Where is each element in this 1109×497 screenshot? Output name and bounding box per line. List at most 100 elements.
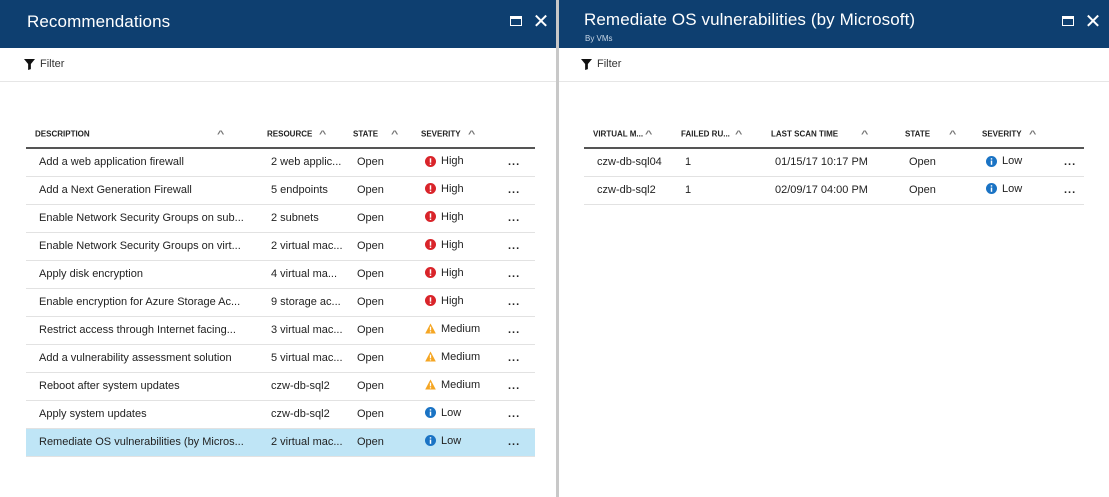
cell-description: Enable Network Security Groups on sub... (39, 212, 244, 224)
more-options-icon[interactable]: ... (495, 176, 535, 204)
column-header-resource[interactable]: RESOURCE ^ (258, 121, 344, 149)
filter-label: Filter (597, 58, 622, 70)
column-header-virtual-machine[interactable]: VIRTUAL M... ^ (584, 121, 672, 149)
more-options-icon[interactable]: ... (495, 400, 535, 428)
severity-badge: High (425, 211, 464, 223)
maximize-button[interactable] (1059, 12, 1077, 30)
table-row[interactable]: Apply disk encryption 4 virtual ma... Open… (26, 260, 535, 288)
cell-state: Open (357, 212, 384, 224)
cell-vm: czw-db-sql04 (597, 156, 662, 169)
cell-state: Open (357, 352, 384, 364)
cell-description: Remediate OS vulnerabilities (by Micros.… (39, 436, 244, 448)
sort-icon[interactable]: ^ (861, 129, 868, 139)
cell-failed-rules: 1 (685, 156, 692, 169)
cell-resource: czw-db-sql2 (271, 408, 330, 420)
column-header-state[interactable]: STATE ^ (896, 121, 973, 149)
table-row[interactable]: Enable encryption for Azure Storage Ac..… (26, 288, 535, 316)
cell-severity: Low (412, 400, 495, 428)
error-icon (425, 239, 436, 251)
cell-severity: Low (973, 148, 1051, 176)
recommendations-table: DESCRIPTION ^ RESOURCE ^ STATE ^ SEVERITY ^ … (26, 121, 535, 457)
table-row[interactable]: Add a Next Generation Firewall 5 endpoint… (26, 176, 535, 204)
column-header-description[interactable]: DESCRIPTION ^ (26, 121, 258, 149)
sort-icon[interactable]: ^ (217, 129, 224, 139)
severity-badge: High (425, 295, 464, 307)
table-row[interactable]: czw-db-sql04 1 01/15/17 10:17 PM Open Low... (584, 148, 1084, 176)
more-options-icon[interactable]: ... (1051, 148, 1084, 176)
cell-severity: High (412, 204, 495, 232)
table-row[interactable]: Remediate OS vulnerabilities (by Micros.… (26, 428, 535, 456)
more-options-icon[interactable]: ... (495, 232, 535, 260)
more-options-icon[interactable]: ... (1051, 176, 1084, 204)
toolbar: Filter (559, 48, 1109, 82)
cell-description: Add a web application firewall (39, 156, 184, 169)
cell-resource: 2 subnets (271, 212, 319, 224)
table-row[interactable]: Enable Network Security Groups on sub...… (26, 204, 535, 232)
more-options-icon[interactable]: ... (495, 148, 535, 176)
column-header-severity[interactable]: SEVERITY ^ (973, 121, 1051, 149)
cell-description: Enable Network Security Groups on virt..… (39, 240, 241, 252)
table-row[interactable]: Add a vulnerability assessment solution 5… (26, 344, 535, 372)
blade-title: Remediate OS vulnerabilities (by Microso… (584, 10, 916, 29)
cell-severity: Medium (412, 316, 495, 344)
table-header-row: DESCRIPTION ^ RESOURCE ^ STATE ^ SEVERITY ^ (26, 121, 535, 149)
cell-description: Apply disk encryption (39, 268, 143, 280)
sort-icon[interactable]: ^ (645, 129, 652, 139)
warning-icon (425, 379, 436, 390)
column-header-severity[interactable]: SEVERITY ^ (412, 121, 495, 149)
table-row[interactable]: czw-db-sql2 1 02/09/17 04:00 PM Open Low... (584, 176, 1084, 204)
severity-label: Medium (441, 378, 481, 391)
sort-icon[interactable]: ^ (949, 129, 956, 139)
column-header-last-scan-time[interactable]: LAST SCAN TIME ^ (762, 121, 896, 149)
sort-icon[interactable]: ^ (319, 129, 326, 139)
cell-severity: Low (973, 176, 1051, 204)
cell-last-scan: 02/09/17 04:00 PM (775, 184, 868, 196)
severity-label: Medium (441, 322, 481, 335)
maximize-icon (510, 16, 522, 26)
table-row[interactable]: Enable Network Security Groups on virt..… (26, 232, 535, 260)
table-row[interactable]: Restrict access through Internet facing.… (26, 316, 535, 344)
cell-state: Open (357, 436, 384, 448)
error-icon (425, 295, 436, 307)
cell-state: Open (357, 240, 384, 252)
filter-button[interactable]: Filter (581, 58, 621, 70)
cell-severity: High (412, 232, 495, 260)
maximize-button[interactable] (507, 12, 525, 30)
cell-state: Open (357, 324, 384, 336)
table-row[interactable]: Apply system updates czw-db-sql2 Open Low..… (26, 400, 535, 428)
cell-severity: Medium (412, 372, 495, 400)
more-options-icon[interactable]: ... (495, 316, 535, 344)
close-button[interactable]: ✕ (532, 11, 550, 31)
filter-icon (24, 58, 35, 70)
close-button[interactable]: ✕ (1084, 11, 1102, 31)
more-options-icon[interactable]: ... (495, 288, 535, 316)
severity-badge: High (425, 183, 464, 195)
table-row[interactable]: Reboot after system updates czw-db-sql2 Op… (26, 372, 535, 400)
severity-label: Low (1002, 155, 1023, 167)
table-row[interactable]: Add a web application firewall 2 web appl… (26, 148, 535, 176)
cell-state: Open (909, 184, 936, 196)
severity-badge: High (425, 267, 464, 279)
sort-icon[interactable]: ^ (391, 129, 398, 139)
more-options-icon[interactable]: ... (495, 260, 535, 288)
cell-severity: Medium (412, 344, 495, 372)
sort-icon[interactable]: ^ (468, 129, 475, 139)
cell-vm: czw-db-sql2 (597, 184, 656, 196)
column-header-actions (495, 121, 535, 149)
more-options-icon[interactable]: ... (495, 204, 535, 232)
severity-badge: Medium (425, 323, 480, 335)
error-icon (425, 155, 436, 167)
column-header-failed-rules[interactable]: FAILED RU... ^ (672, 121, 762, 149)
blade-header: Recommendations ✕ (0, 0, 556, 48)
more-options-icon[interactable]: ... (495, 428, 535, 456)
more-options-icon[interactable]: ... (495, 344, 535, 372)
column-header-state[interactable]: STATE ^ (344, 121, 412, 149)
more-options-icon[interactable]: ... (495, 372, 535, 400)
filter-button[interactable]: Filter (24, 58, 64, 70)
sort-icon[interactable]: ^ (735, 129, 742, 139)
sort-icon[interactable]: ^ (1029, 129, 1036, 139)
cell-failed-rules: 1 (685, 184, 692, 196)
cell-description: Add a vulnerability assessment solution (39, 352, 232, 364)
cell-resource: 5 virtual mac... (271, 352, 343, 364)
cell-state: Open (357, 296, 384, 308)
